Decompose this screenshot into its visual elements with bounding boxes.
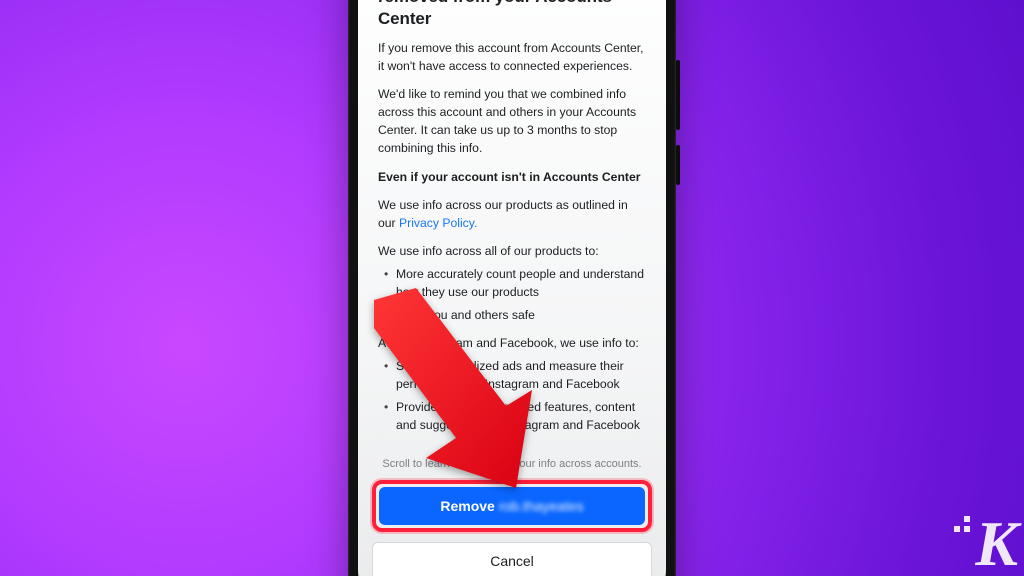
phone-screen: Your Facebook account will be removed fr…: [358, 0, 666, 576]
dialog-body: Your Facebook account will be removed fr…: [358, 0, 666, 472]
dialog-title: Your Facebook account will be removed fr…: [378, 0, 646, 29]
annotation-highlight: Remove rob.thayeates: [372, 480, 652, 532]
list-item: Show personalized ads and measure their …: [384, 357, 646, 393]
list-item: Keep you and others safe: [384, 306, 646, 324]
dialog-actions: Remove rob.thayeates Cancel: [358, 480, 666, 576]
list-lead: Across Instagram and Facebook, we use in…: [378, 334, 646, 352]
scroll-hint: Scroll to learn how we use your info acr…: [378, 456, 646, 472]
app-background: Your Facebook account will be removed fr…: [0, 0, 1024, 576]
list-item: Provide more personalized features, cont…: [384, 398, 646, 434]
dialog-paragraph: If you remove this account from Accounts…: [378, 39, 646, 75]
list-lead: We use info across all of our products t…: [378, 242, 646, 260]
watermark-dots-icon: [954, 516, 970, 532]
remove-target-name: rob.thayeates: [499, 498, 584, 514]
remove-account-button[interactable]: Remove rob.thayeates: [379, 487, 645, 525]
dialog-paragraph: We'd like to remind you that we combined…: [378, 85, 646, 157]
list-item: More accurately count people and underst…: [384, 265, 646, 301]
dialog-subheading: Even if your account isn't in Accounts C…: [378, 168, 646, 186]
watermark-letter: K: [975, 508, 1016, 576]
privacy-policy-link[interactable]: Privacy Policy.: [399, 216, 477, 230]
dialog-paragraph: We use info across our products as outli…: [378, 196, 646, 232]
cancel-button[interactable]: Cancel: [372, 542, 652, 576]
brand-watermark: K: [975, 512, 1016, 576]
remove-label: Remove: [440, 498, 494, 514]
info-list: Show personalized ads and measure their …: [378, 357, 646, 434]
info-list: More accurately count people and underst…: [378, 265, 646, 324]
phone-frame: Your Facebook account will be removed fr…: [348, 0, 676, 576]
